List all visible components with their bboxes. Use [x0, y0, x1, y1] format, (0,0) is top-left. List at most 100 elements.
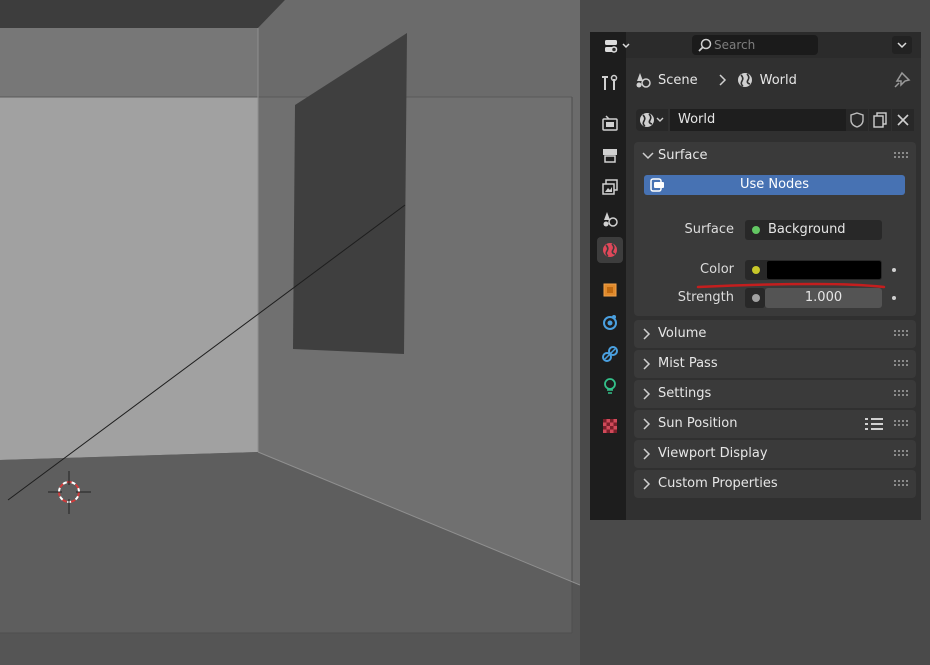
world-icon — [603, 243, 617, 257]
chevron-right-icon — [719, 74, 726, 86]
properties-editor: Scene World World — [590, 32, 921, 520]
panel-header[interactable]: Volume — [634, 320, 916, 348]
settings-panel[interactable]: Settings — [634, 380, 916, 408]
surface-panel: Surface Use Nodes Surface Background Col… — [634, 142, 916, 316]
output-icon — [603, 149, 617, 163]
pin-button[interactable] — [893, 71, 911, 93]
world-name-field[interactable]: World — [670, 109, 846, 131]
chevron-down-icon — [897, 42, 907, 49]
new-world-button[interactable] — [869, 109, 891, 131]
panel-title: Sun Position — [658, 416, 738, 431]
tab-view-layer[interactable] — [597, 174, 623, 200]
scene-render — [0, 0, 580, 665]
use-nodes-label: Use Nodes — [739, 177, 810, 192]
panel-header[interactable]: Mist Pass — [634, 350, 916, 378]
strength-field[interactable]: 1.000 — [765, 288, 882, 308]
light-icon — [604, 378, 616, 394]
drag-handle-icon[interactable] — [894, 152, 908, 158]
drag-handle-icon[interactable] — [894, 480, 908, 486]
float-socket-icon — [752, 294, 760, 302]
drag-handle-icon[interactable] — [894, 390, 908, 396]
editor-type-button[interactable] — [604, 38, 636, 54]
options-dropdown-button[interactable] — [892, 36, 912, 54]
use-nodes-button[interactable]: Use Nodes — [644, 175, 905, 195]
tab-texture[interactable] — [597, 413, 623, 439]
shader-socket-icon — [752, 226, 760, 234]
panel-title: Custom Properties — [658, 476, 778, 491]
drag-handle-icon[interactable] — [894, 360, 908, 366]
breadcrumb-world: World — [759, 72, 797, 88]
viewport-display-panel[interactable]: Viewport Display — [634, 440, 916, 468]
panel-header[interactable]: Custom Properties — [634, 470, 916, 498]
object-icon — [603, 283, 617, 297]
surface-label: Surface — [684, 222, 734, 237]
panel-header[interactable]: Viewport Display — [634, 440, 916, 468]
panel-title: Viewport Display — [658, 446, 768, 461]
color-keyframe-dot[interactable] — [892, 268, 896, 272]
color-label: Color — [700, 262, 734, 277]
tool-icon — [602, 74, 618, 90]
color-swatch[interactable] — [767, 261, 881, 279]
pin-icon — [894, 71, 911, 88]
unlink-world-button[interactable] — [892, 109, 914, 131]
surface-panel-header[interactable]: Surface — [634, 142, 916, 170]
chevron-right-icon — [643, 418, 651, 430]
breadcrumb: Scene World — [634, 70, 797, 90]
3d-viewport[interactable] — [0, 0, 580, 665]
surface-shader-value: Background — [768, 222, 846, 237]
render-icon — [602, 115, 618, 131]
panel-title: Volume — [658, 326, 707, 341]
properties-editor-icon — [605, 40, 630, 53]
tab-world[interactable] — [597, 237, 623, 263]
panel-title: Mist Pass — [658, 356, 718, 371]
shield-icon — [850, 112, 864, 128]
view-layer-icon — [602, 179, 618, 195]
panel-header[interactable]: Settings — [634, 380, 916, 408]
search-field[interactable] — [692, 35, 818, 55]
drag-handle-icon[interactable] — [894, 330, 908, 336]
strength-label: Strength — [677, 290, 734, 305]
tab-modifiers[interactable] — [597, 309, 623, 335]
texture-icon — [603, 419, 617, 433]
fake-user-button[interactable] — [846, 109, 868, 131]
constraints-icon — [602, 346, 618, 362]
mist-pass-panel[interactable]: Mist Pass — [634, 350, 916, 378]
browse-world-button[interactable] — [636, 109, 668, 131]
presets-list-icon[interactable] — [865, 416, 883, 432]
world-browse-icon — [640, 113, 664, 127]
close-icon — [897, 114, 909, 126]
scene-icon — [636, 73, 651, 88]
tab-render[interactable] — [597, 110, 623, 136]
panel-title: Surface — [658, 148, 708, 163]
world-datablock: World — [634, 108, 916, 132]
node-tree-icon — [650, 178, 664, 192]
strength-keyframe-dot[interactable] — [892, 296, 896, 300]
panel-title: Settings — [658, 386, 712, 401]
chevron-right-icon — [643, 388, 651, 400]
sun-position-panel[interactable]: Sun Position — [634, 410, 916, 438]
tab-object-data[interactable] — [597, 373, 623, 399]
volume-panel[interactable]: Volume — [634, 320, 916, 348]
tab-tool[interactable] — [597, 70, 623, 96]
scene-icon — [603, 212, 618, 227]
drag-handle-icon[interactable] — [894, 450, 908, 456]
chevron-right-icon — [643, 478, 651, 490]
tab-output[interactable] — [597, 142, 623, 168]
panel-header[interactable]: Sun Position — [634, 410, 916, 438]
drag-handle-icon[interactable] — [894, 420, 908, 426]
duplicate-icon — [873, 112, 887, 128]
custom-properties-panel[interactable]: Custom Properties — [634, 470, 916, 498]
search-input[interactable] — [714, 35, 814, 55]
chevron-right-icon — [643, 448, 651, 460]
tab-constraints[interactable] — [597, 341, 623, 367]
tab-scene[interactable] — [597, 206, 623, 232]
tab-object[interactable] — [597, 277, 623, 303]
search-icon — [698, 38, 712, 52]
physics-icon — [603, 315, 617, 330]
breadcrumb-scene: Scene — [658, 72, 698, 88]
color-socket-icon — [752, 266, 760, 274]
properties-tab-strip — [590, 32, 626, 520]
chevron-right-icon — [643, 358, 651, 370]
world-icon — [737, 73, 752, 87]
chevron-right-icon — [643, 328, 651, 340]
